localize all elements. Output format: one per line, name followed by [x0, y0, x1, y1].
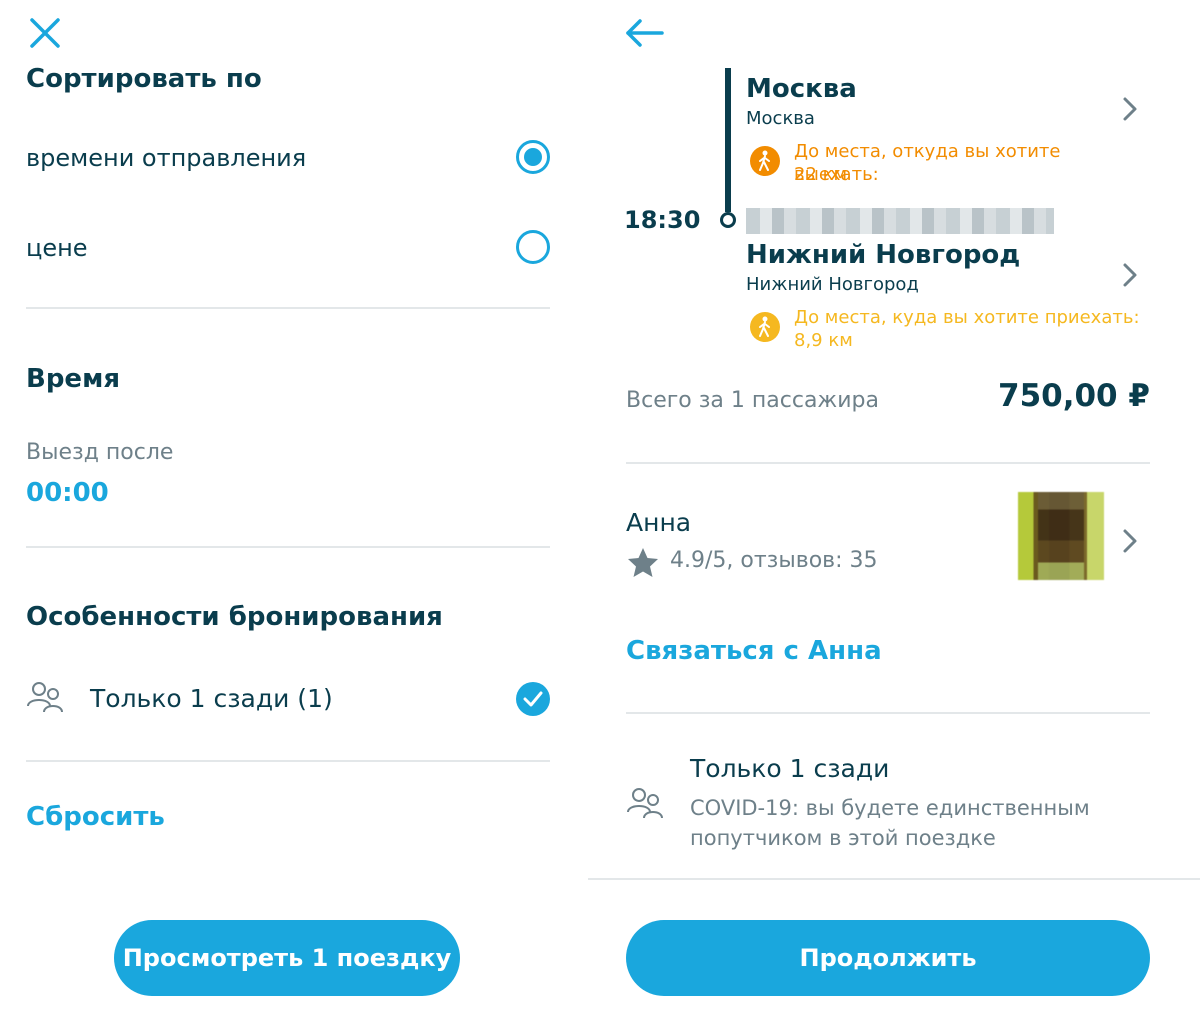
departure-after[interactable]: Выезд после 00:00 [26, 440, 326, 510]
feature-description-line2: попутчиком в этой поездке [690, 826, 996, 850]
price-value: 750,00 ₽ [998, 378, 1150, 414]
sort-option-time-label: времени отправления [26, 144, 307, 172]
route-destination[interactable]: Нижний Новгород Нижний Новгород До места… [746, 238, 1146, 358]
walking-icon [750, 146, 780, 176]
continue-button[interactable]: Продолжить [626, 920, 1150, 996]
trip-details-panel: Москва Москва До места, откуда вы хотите… [588, 0, 1200, 1025]
route-origin[interactable]: Москва Москва До места, откуда вы хотите… [746, 70, 1146, 190]
origin-sub: Москва [746, 108, 815, 129]
filter-panel: Сортировать по времени отправления цене … [0, 0, 588, 1025]
sort-title: Сортировать по [26, 64, 262, 94]
destination-walk-line1: До места, куда вы хотите приехать: [794, 307, 1140, 328]
checkbox-checked[interactable] [516, 682, 550, 716]
view-trips-button[interactable]: Просмотреть 1 поездку [114, 920, 460, 996]
check-icon [523, 691, 543, 707]
driver-rating: 4.9/5, отзывов: 35 [670, 548, 878, 573]
arrow-left-icon [626, 19, 664, 47]
price-label: Всего за 1 пассажира [626, 388, 879, 413]
divider [26, 307, 550, 309]
avatar [1018, 492, 1104, 580]
departure-after-value: 00:00 [26, 478, 109, 508]
radio-selected[interactable] [516, 140, 550, 174]
departure-after-label: Выезд после [26, 440, 174, 465]
route-stop-dot [720, 212, 736, 228]
feature-title: Только 1 сзади [690, 754, 890, 783]
back-button[interactable] [624, 16, 664, 50]
sort-option-time[interactable]: времени отправления [0, 130, 560, 186]
blurred-address [746, 208, 1054, 234]
origin-walk-line2: 22 км [794, 164, 848, 185]
divider [26, 546, 550, 548]
origin-city: Москва [746, 74, 857, 104]
chevron-right-icon[interactable] [1122, 262, 1138, 288]
feature-description-line1: COVID-19: вы будете единственным [690, 796, 1090, 820]
chevron-right-icon [1123, 529, 1137, 553]
sort-option-price[interactable]: цене [0, 220, 560, 276]
arrival-time: 18:30 [624, 206, 701, 234]
divider [626, 712, 1150, 714]
walking-icon [750, 312, 780, 342]
booking-option-label: Только 1 сзади (1) [90, 684, 333, 713]
sort-option-price-label: цене [26, 234, 88, 262]
two-people-icon [626, 786, 664, 826]
booking-features-title: Особенности бронирования [26, 602, 443, 632]
driver-name: Анна [626, 508, 692, 537]
destination-city: Нижний Новгород [746, 240, 1021, 270]
driver-row[interactable]: Анна 4.9/5, отзывов: 35 [626, 490, 1150, 590]
booking-option-back-seat[interactable]: Только 1 сзади (1) [0, 672, 560, 728]
star-icon [628, 548, 658, 577]
chevron-right-icon[interactable] [1122, 96, 1138, 122]
destination-sub: Нижний Новгород [746, 274, 919, 295]
divider [26, 760, 550, 762]
two-people-icon [26, 680, 64, 720]
time-title: Время [26, 364, 121, 394]
divider [588, 878, 1200, 880]
close-icon [30, 18, 60, 48]
route-line [725, 68, 731, 212]
destination-walk-line2: 8,9 км [794, 330, 853, 351]
reset-link[interactable]: Сбросить [26, 802, 165, 832]
contact-driver-link[interactable]: Связаться с Анна [626, 636, 882, 666]
divider [626, 462, 1150, 464]
close-button[interactable] [28, 16, 62, 50]
radio-unselected[interactable] [516, 230, 550, 264]
